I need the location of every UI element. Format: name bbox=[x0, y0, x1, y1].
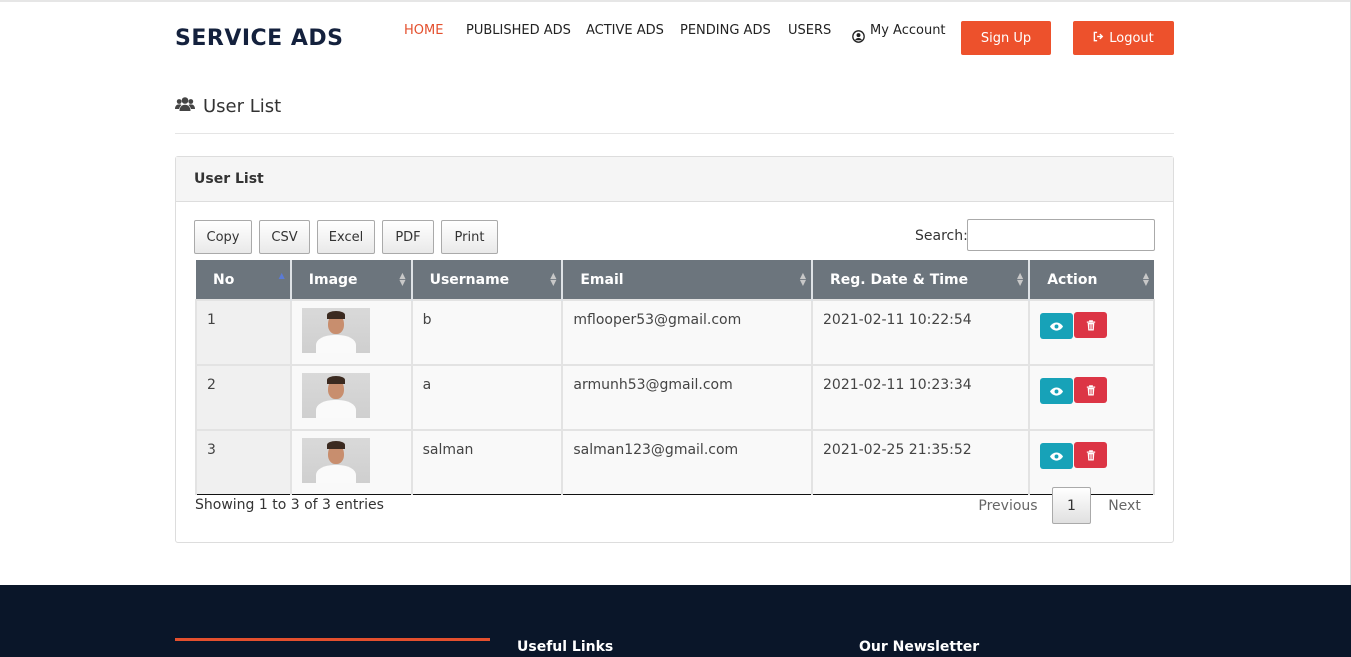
cell-email: armunh53@gmail.com bbox=[561, 364, 813, 431]
logout-icon bbox=[1093, 31, 1104, 46]
cell-action bbox=[1028, 364, 1155, 431]
eye-icon bbox=[1050, 451, 1064, 461]
signup-button[interactable]: Sign Up bbox=[961, 21, 1051, 55]
sort-asc-icon: ▲ bbox=[278, 271, 285, 280]
cell-reg-date: 2021-02-11 10:22:54 bbox=[810, 299, 1031, 366]
eye-icon bbox=[1050, 321, 1064, 331]
cell-image bbox=[289, 429, 413, 495]
col-header-image[interactable]: Image ▲ ▼ bbox=[290, 260, 413, 300]
cell-image bbox=[289, 364, 413, 431]
user-list-panel: User List Copy CSV Excel PDF Print Searc… bbox=[175, 156, 1174, 543]
cell-username: salman bbox=[410, 429, 564, 495]
search-input[interactable] bbox=[967, 219, 1155, 251]
footer: Useful Links Our Newsletter bbox=[0, 585, 1351, 657]
cell-username: a bbox=[410, 364, 564, 431]
top-border bbox=[0, 0, 1351, 2]
table-row: 3 salman salman123@gmail.com 2021-02-25 … bbox=[195, 429, 1155, 495]
logout-button[interactable]: Logout bbox=[1073, 21, 1174, 55]
pdf-button[interactable]: PDF bbox=[382, 220, 434, 254]
footer-newsletter-heading: Our Newsletter bbox=[859, 639, 980, 655]
nav-home[interactable]: HOME bbox=[404, 23, 443, 38]
panel-heading: User List bbox=[176, 157, 1173, 202]
col-header-username[interactable]: Username ▲ ▼ bbox=[411, 260, 564, 300]
cell-no: 2 bbox=[195, 364, 292, 431]
signup-label: Sign Up bbox=[980, 30, 1032, 46]
col-header-action[interactable]: Action ▲ ▼ bbox=[1029, 260, 1154, 300]
cell-email: mflooper53@gmail.com bbox=[561, 299, 813, 366]
copy-button[interactable]: Copy bbox=[194, 220, 252, 254]
users-table: No ▲ Image ▲ ▼ Username ▲ ▼ Email ▲ ▼ Reg. Date… bbox=[195, 260, 1155, 495]
footer-accent-bar bbox=[175, 638, 490, 641]
cell-reg-date: 2021-02-11 10:23:34 bbox=[810, 364, 1031, 431]
table-row: 1 b mflooper53@gmail.com 2021-02-11 10:2… bbox=[195, 299, 1155, 366]
cell-action bbox=[1028, 299, 1155, 366]
cell-reg-date: 2021-02-25 21:35:52 bbox=[810, 429, 1031, 495]
nav-published-ads[interactable]: PUBLISHED ADS bbox=[466, 23, 571, 38]
sort-icon: ▲ ▼ bbox=[550, 271, 557, 287]
trash-icon bbox=[1086, 449, 1095, 460]
cell-no: 3 bbox=[195, 429, 292, 495]
sort-icon: ▲ ▼ bbox=[399, 271, 406, 287]
cell-action bbox=[1028, 429, 1155, 495]
user-avatar bbox=[301, 373, 370, 418]
nav-my-account[interactable]: My Account bbox=[870, 23, 946, 38]
delete-button[interactable] bbox=[1074, 312, 1108, 338]
brand-logo[interactable]: SERVICE ADS bbox=[175, 26, 344, 51]
cell-username: b bbox=[410, 299, 564, 366]
page-title-text: User List bbox=[203, 96, 282, 117]
sort-icon: ▲ ▼ bbox=[799, 271, 806, 287]
page-title: User List bbox=[175, 96, 281, 117]
cell-no: 1 bbox=[195, 299, 292, 366]
nav-users[interactable]: USERS bbox=[788, 23, 831, 38]
user-avatar bbox=[301, 308, 370, 353]
view-button[interactable] bbox=[1040, 378, 1074, 404]
user-circle-icon bbox=[852, 30, 865, 47]
user-avatar bbox=[301, 438, 370, 483]
col-header-no[interactable]: No ▲ bbox=[196, 260, 292, 300]
footer-useful-links-heading: Useful Links bbox=[517, 639, 614, 655]
table-row: 2 a armunh53@gmail.com 2021-02-11 10:23:… bbox=[195, 364, 1155, 431]
cell-image bbox=[289, 299, 413, 366]
col-header-reg-date[interactable]: Reg. Date & Time ▲ ▼ bbox=[812, 260, 1031, 300]
nav-pending-ads[interactable]: PENDING ADS bbox=[680, 23, 771, 38]
pager-next[interactable]: Next bbox=[1095, 487, 1154, 524]
nav-active-ads[interactable]: ACTIVE ADS bbox=[586, 23, 664, 38]
sort-icon: ▲ ▼ bbox=[1017, 271, 1024, 287]
users-icon bbox=[175, 96, 195, 117]
col-header-email[interactable]: Email ▲ ▼ bbox=[562, 260, 813, 300]
pager-previous[interactable]: Previous bbox=[962, 487, 1054, 524]
print-button[interactable]: Print bbox=[441, 220, 498, 254]
pager-page-1[interactable]: 1 bbox=[1052, 487, 1091, 524]
trash-icon bbox=[1086, 384, 1095, 395]
cell-email: salman123@gmail.com bbox=[561, 429, 813, 495]
entries-info: Showing 1 to 3 of 3 entries bbox=[195, 497, 384, 513]
search-label: Search: bbox=[915, 228, 968, 244]
logout-label: Logout bbox=[1109, 30, 1154, 46]
csv-button[interactable]: CSV bbox=[259, 220, 310, 254]
excel-button[interactable]: Excel bbox=[317, 220, 375, 254]
view-button[interactable] bbox=[1040, 443, 1074, 469]
trash-icon bbox=[1086, 319, 1095, 330]
delete-button[interactable] bbox=[1074, 377, 1108, 403]
view-button[interactable] bbox=[1040, 313, 1074, 339]
sort-icon: ▲ ▼ bbox=[1142, 271, 1149, 287]
eye-icon bbox=[1050, 386, 1064, 396]
title-divider bbox=[175, 133, 1174, 134]
delete-button[interactable] bbox=[1074, 442, 1108, 468]
